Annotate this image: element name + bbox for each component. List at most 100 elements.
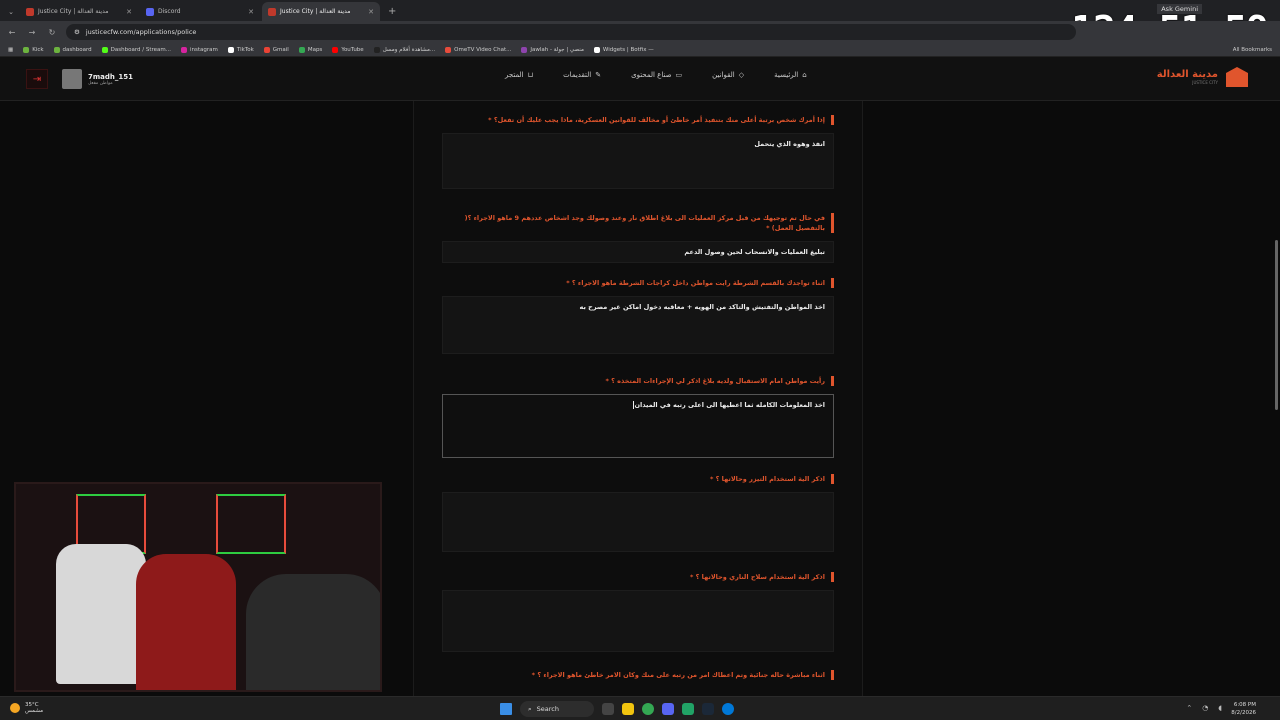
search-icon: ⌕ [528, 704, 532, 713]
close-tab-icon[interactable]: ✕ [368, 8, 374, 16]
main-menu: ⌂ الرئيسية ◇ القوانين ▭ صناع المحتوى ✎ التقد… [505, 71, 807, 79]
clock-date: 8/2/2026 [1231, 710, 1256, 716]
tab-title: Discord [158, 8, 181, 15]
neon-light-right [216, 494, 286, 554]
question-2: في حال تم توجيهك من قبل مركز العمليات ال… [442, 213, 834, 263]
reload-icon[interactable]: ↻ [46, 28, 58, 37]
bookmark-kick[interactable]: Kick [23, 46, 44, 53]
back-icon[interactable]: ← [6, 28, 18, 37]
network-icon[interactable]: ◔ [1202, 704, 1208, 712]
question-6: اذكر الية استخدام سلاح الناري وحالاتها ؟… [442, 572, 834, 652]
nav-rules[interactable]: ◇ القوانين [712, 71, 744, 79]
bookmark-maps[interactable]: Maps [298, 46, 322, 53]
site-header: ⇥ 7madh_151 مواطن مفعل ⌂ الرئيسية ◇ القوان… [0, 57, 1280, 101]
browser-tab-1[interactable]: Justice City | مدينة العدالة ✕ [20, 2, 138, 21]
url-text: justicecfw.com/applications/police [85, 28, 197, 36]
browser-toolbar: ← → ↻ ⚙ justicecfw.com/applications/poli… [0, 21, 1280, 43]
bookmark-jawlah[interactable]: Jawlah - منصي | جولة [521, 46, 584, 53]
bookmark-tiktok[interactable]: TikTok [227, 46, 254, 53]
logout-icon[interactable]: ⇥ [26, 69, 48, 89]
brand-name: مدينة العدالة [1156, 69, 1218, 80]
bookmark-ometv[interactable]: OmeTV Video Chat... [445, 46, 511, 53]
question-label: إذا أمرك شخص برتبة أعلى منك بتنفيذ أمر خ… [442, 115, 834, 125]
tab-title: Justice City | مدينة العدالة [38, 8, 109, 15]
shield-icon: ◇ [738, 71, 745, 79]
user-role: مواطن مفعل [88, 80, 113, 86]
discord-icon[interactable] [662, 703, 674, 715]
nav-creators[interactable]: ▭ صناع المحتوى [631, 71, 682, 79]
question-label: اثناء تواجدك بالقسم الشرطة رايت مواطن دا… [442, 278, 834, 288]
question-label: رأيت مواطن امام الاستقبال ولديه بلاغ اذك… [442, 376, 834, 386]
close-tab-icon[interactable]: ✕ [248, 8, 254, 16]
taskbar-clock[interactable]: 6:08 PM 8/2/2026 [1231, 701, 1256, 717]
weather-widget[interactable]: 35°C مشمس [10, 702, 43, 714]
question-7: اثناء مباشرة حاله جنائية وتم اعطاك امر م… [442, 670, 834, 680]
webcam-overlay [14, 482, 382, 692]
question-1: إذا أمرك شخص برتبة أعلى منك بتنفيذ أمر خ… [442, 115, 834, 189]
question-4: رأيت مواطن امام الاستقبال ولديه بلاغ اذك… [442, 376, 834, 458]
tab-search-icon[interactable]: ⌄ [4, 2, 18, 21]
clock-time: 6:08 PM [1233, 702, 1256, 708]
bookmark-dashboard-stream[interactable]: Dashboard / Stream... [101, 46, 171, 53]
bookmark-gmail[interactable]: Gmail [263, 46, 289, 53]
all-bookmarks-button[interactable]: All Bookmarks [1233, 47, 1272, 53]
nav-home[interactable]: ⌂ الرئيسية [774, 71, 807, 79]
username: 7madh_151 [88, 72, 133, 81]
white-gaming-chair [56, 544, 146, 684]
avatar [62, 69, 82, 89]
streamer-person [246, 574, 380, 690]
answer-field-1[interactable]: انفذ وهوه الذي يتحمل [442, 133, 834, 189]
plus-icon[interactable]: + [388, 2, 396, 21]
answer-field-6[interactable] [442, 590, 834, 652]
chrome-icon[interactable] [642, 703, 654, 715]
excel-icon[interactable] [682, 703, 694, 715]
question-5: اذكر الية استخدام التيزر وحالاتها ؟ * [442, 474, 834, 552]
home-icon: ⌂ [802, 71, 807, 79]
application-form: إذا أمرك شخص برتبة أعلى منك بتنفيذ أمر خ… [413, 101, 863, 696]
answer-field-5[interactable] [442, 492, 834, 552]
chevron-up-icon[interactable]: ⌃ [1186, 704, 1192, 712]
nav-applications[interactable]: ✎ التقديمات [563, 71, 601, 79]
answer-field-2[interactable]: تبليغ العمليات والانسحاب لحين وصول الدعم [442, 241, 834, 263]
question-label: اذكر الية استخدام سلاح الناري وحالاتها ؟… [442, 572, 834, 582]
video-icon: ▭ [675, 71, 683, 79]
windows-taskbar: 35°C مشمس ⌕ Search ⌃ ◔ ◖ 6:08 PM 8/2/2026 [0, 696, 1280, 720]
sun-icon [10, 703, 20, 713]
system-tray: ⌃ ◔ ◖ [1186, 704, 1222, 712]
edge-icon[interactable] [722, 703, 734, 715]
taskbar-apps: ⌕ Search [500, 701, 734, 717]
file-explorer-icon[interactable] [622, 703, 634, 715]
nav-store[interactable]: ⊔ المتجر [505, 71, 533, 79]
justice-city-favicon-icon [268, 7, 276, 16]
brand-logo[interactable]: مدينة العدالة JUSTICE CITY [1157, 67, 1248, 87]
browser-tab-2[interactable]: Discord ✕ [140, 2, 260, 21]
user-profile[interactable]: 7madh_151 مواطن مفعل [62, 69, 133, 89]
address-bar[interactable]: ⚙ justicecfw.com/applications/police [66, 24, 1076, 40]
question-label: اثناء مباشرة حاله جنائية وتم اعطاك امر م… [442, 670, 834, 680]
bookmark-movies[interactable]: مشاهدة أفلام ومسل... [373, 46, 435, 53]
cart-icon: ⊔ [527, 71, 534, 79]
steam-icon[interactable] [702, 703, 714, 715]
close-tab-icon[interactable]: ✕ [126, 8, 132, 16]
apps-icon[interactable]: ▦ [8, 47, 13, 53]
question-label: اذكر الية استخدام التيزر وحالاتها ؟ * [442, 474, 834, 484]
tab-title: Justice City | مدينة العدالة [280, 8, 351, 15]
shield-logo-icon [1226, 67, 1248, 87]
answer-field-3[interactable]: اخذ المواطن والتفتيش والتاكد من الهويه +… [442, 296, 834, 354]
taskbar-search[interactable]: ⌕ Search [520, 701, 594, 717]
bookmark-widgets[interactable]: Widgets | Botfix — [593, 46, 654, 53]
task-view-icon[interactable] [602, 703, 614, 715]
volume-icon[interactable]: ◖ [1218, 704, 1222, 712]
bookmark-instagram[interactable]: instagram [181, 46, 218, 53]
forward-icon[interactable]: → [26, 28, 38, 37]
browser-tab-3-active[interactable]: Justice City | مدينة العدالة ✕ [262, 2, 380, 21]
site-info-icon[interactable]: ⚙ [74, 28, 80, 36]
page-scrollbar[interactable] [1275, 240, 1278, 410]
question-label: في حال تم توجيهك من قبل مركز العمليات ال… [442, 213, 834, 233]
windows-start-icon[interactable] [500, 703, 512, 715]
edit-icon: ✎ [595, 71, 602, 79]
bookmarks-bar: ▦ Kick dashboard Dashboard / Stream... i… [0, 43, 1280, 57]
bookmark-dashboard[interactable]: dashboard [53, 46, 92, 53]
answer-field-4-focused[interactable]: اخذ المعلومات الكامله ثما اعطيها الى اعل… [442, 394, 834, 458]
bookmark-youtube[interactable]: YouTube [332, 46, 364, 53]
